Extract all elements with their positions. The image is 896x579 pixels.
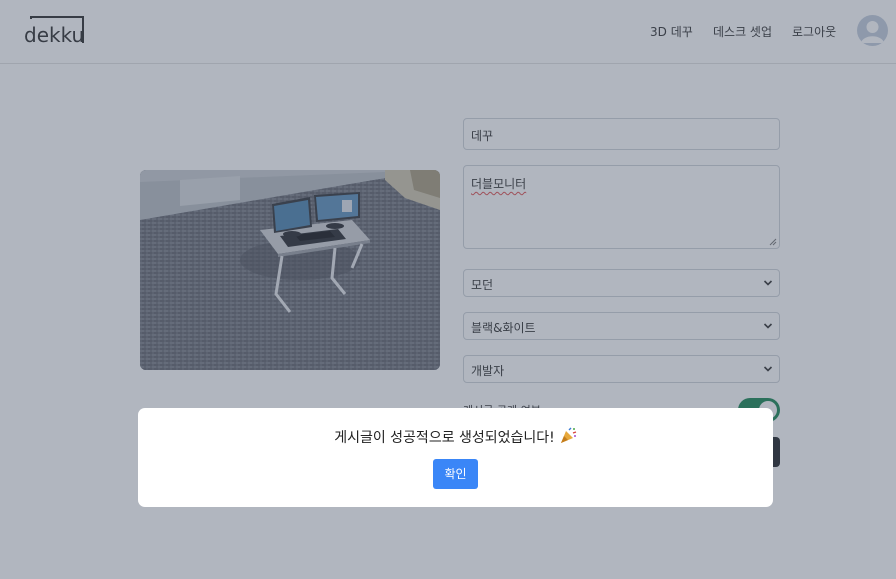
party-popper-icon: [560, 427, 577, 443]
success-modal: 게시글이 성공적으로 생성되었습니다! 확인: [138, 408, 773, 507]
modal-message-row: 게시글이 성공적으로 생성되었습니다!: [138, 427, 773, 447]
confirm-button[interactable]: 확인: [433, 459, 478, 489]
success-message: 게시글이 성공적으로 생성되었습니다!: [334, 430, 555, 446]
